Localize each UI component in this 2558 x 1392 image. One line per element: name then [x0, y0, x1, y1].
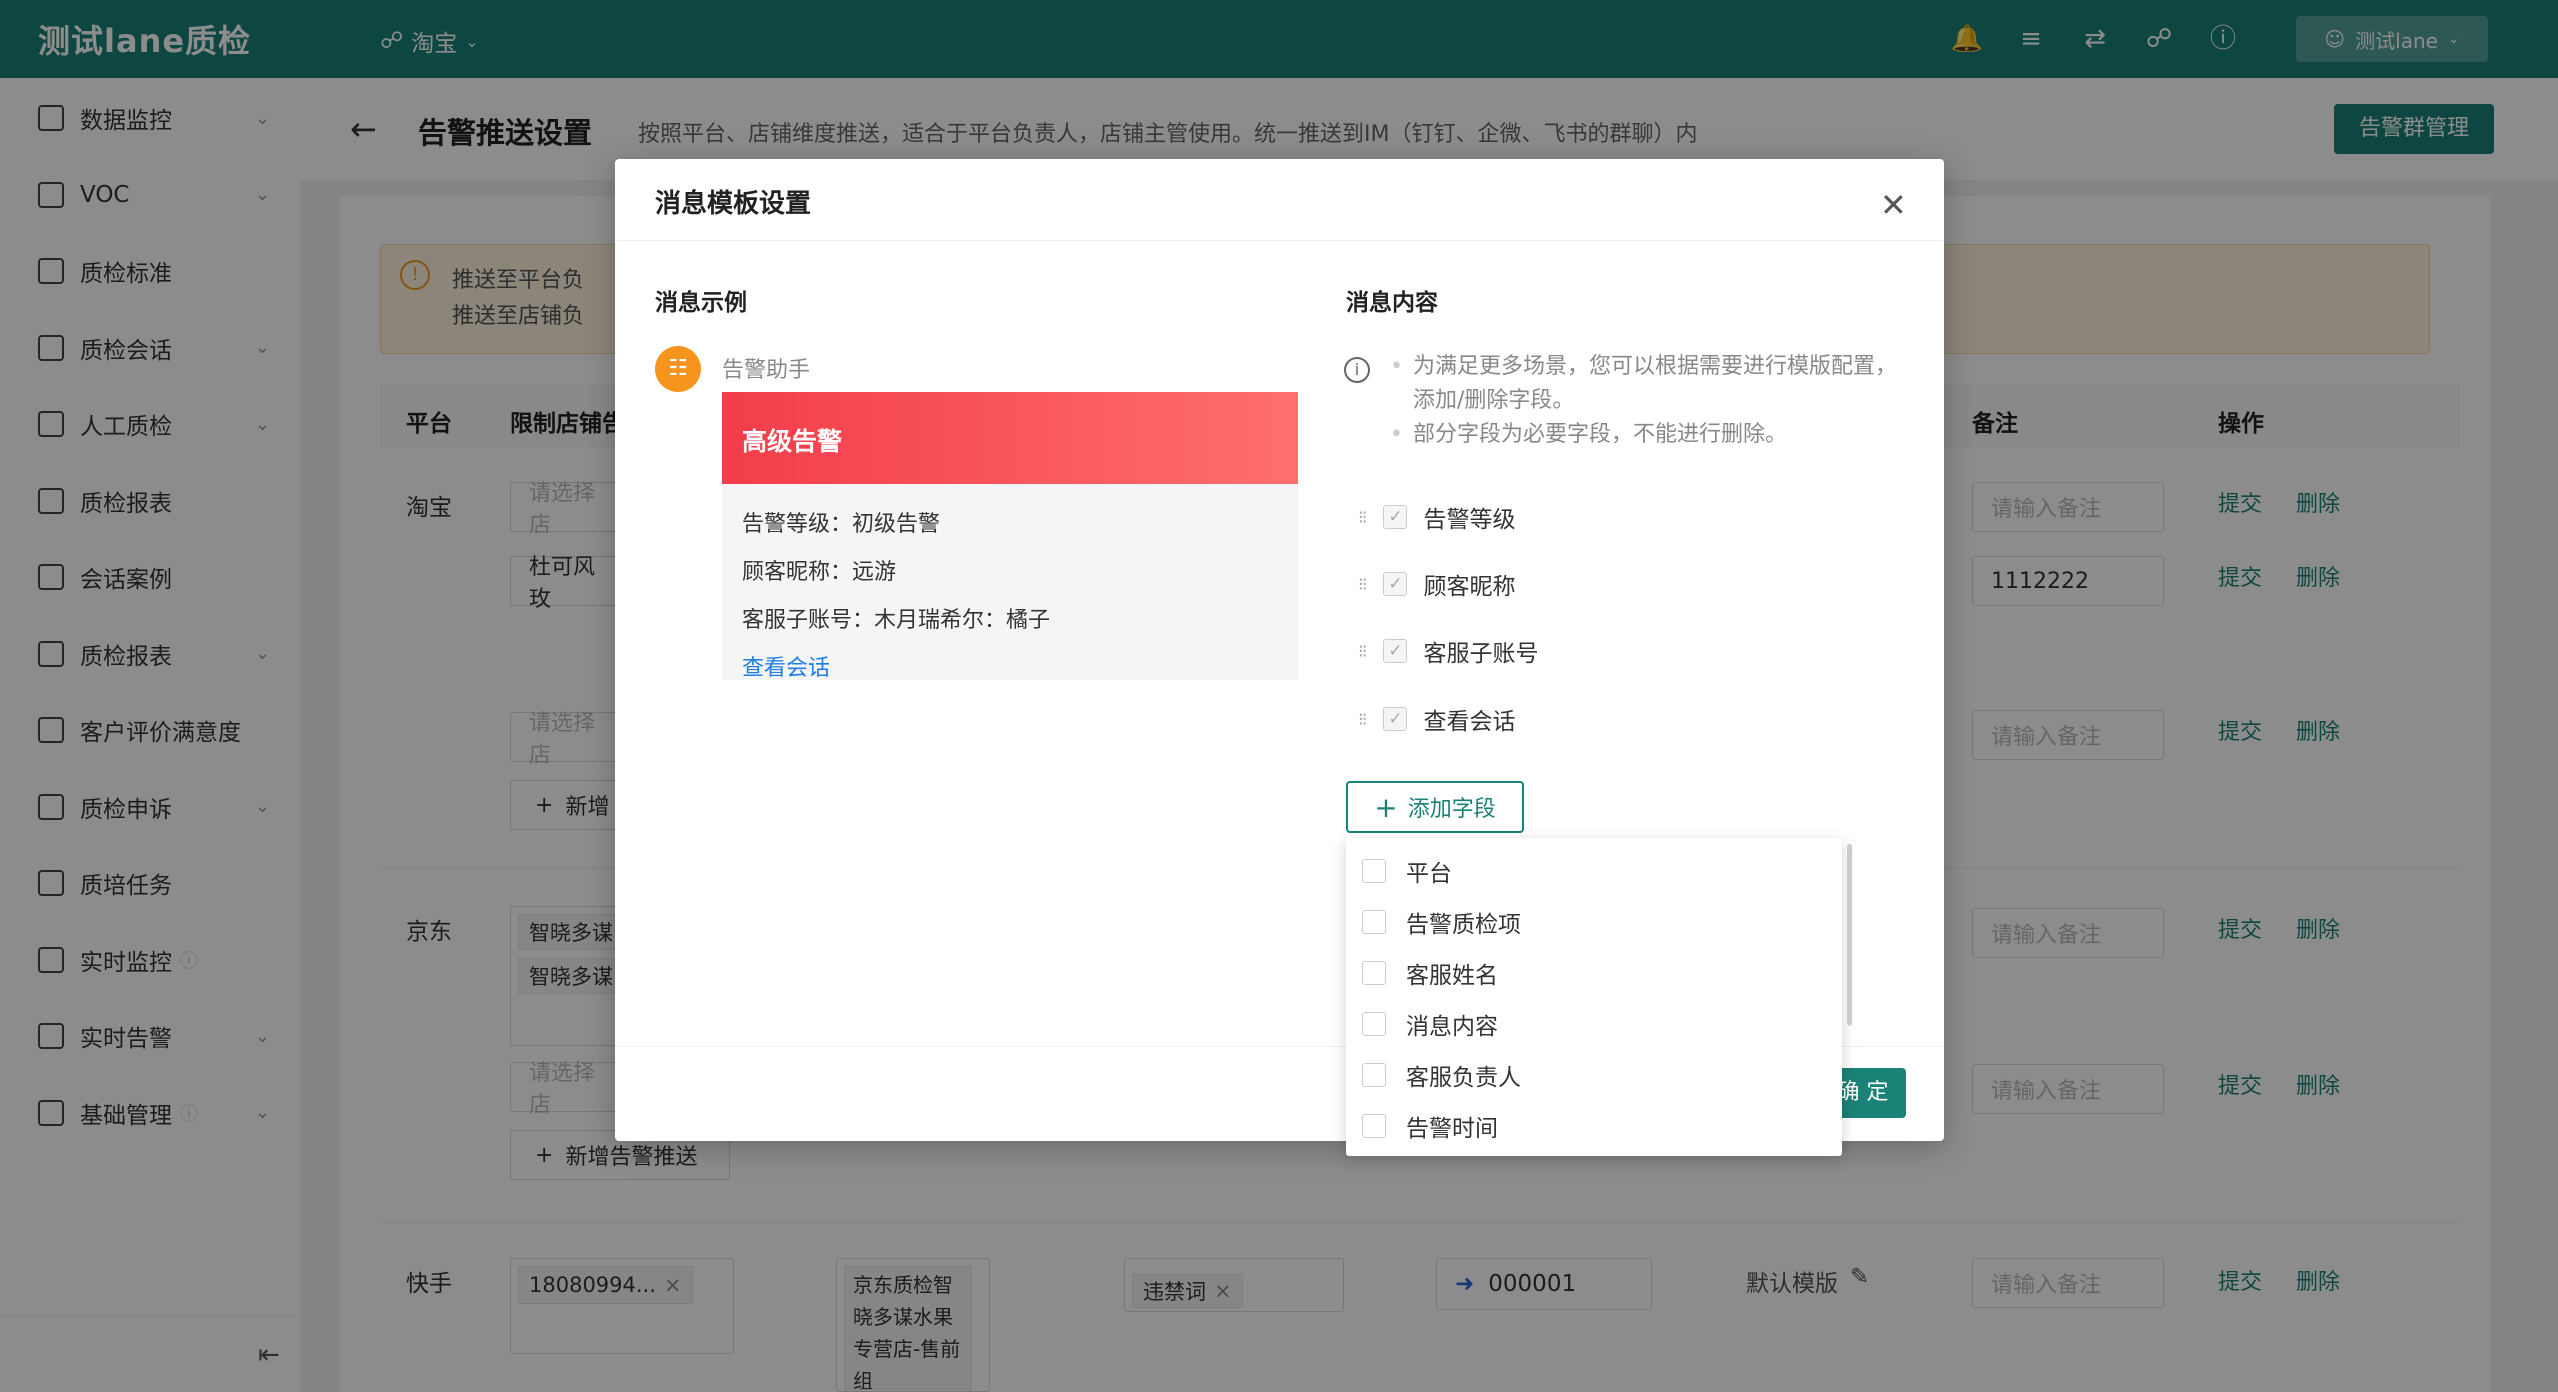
dropdown-option[interactable]: 客服负责人 [1362, 1058, 1521, 1092]
close-icon[interactable]: ✕ [1880, 186, 1907, 224]
note-item: • 为满足更多场景，您可以根据需要进行模版配置，添加/删除字段。 [1390, 350, 1910, 418]
dropdown-option[interactable]: 平台 [1362, 854, 1452, 888]
checkbox[interactable] [1362, 910, 1386, 934]
option-label: 平台 [1406, 861, 1452, 887]
checkbox[interactable]: ✓ [1383, 572, 1408, 596]
checkbox[interactable] [1362, 1114, 1386, 1138]
field-row[interactable]: ⁝⁝ ✓ 查看会话 [1358, 702, 1515, 736]
drag-handle-icon[interactable]: ⁝⁝ [1358, 507, 1368, 528]
field-label: 告警等级 [1423, 507, 1516, 533]
checkbox[interactable]: ✓ [1383, 505, 1408, 529]
field-label: 客服子账号 [1423, 641, 1539, 667]
add-field-button[interactable]: + 添加字段 [1346, 781, 1524, 833]
example-row: 客服子账号：木月瑞希尔：橘子 [742, 608, 1051, 633]
dropdown-option[interactable]: 消息内容 [1362, 1007, 1498, 1041]
info-icon: i [1344, 357, 1370, 383]
option-label: 告警时间 [1406, 1116, 1498, 1142]
field-label: 查看会话 [1423, 709, 1516, 735]
bot-avatar-icon: ☷ [655, 346, 701, 392]
drag-handle-icon[interactable]: ⁝⁝ [1358, 709, 1368, 730]
field-label: 顾客昵称 [1423, 574, 1516, 600]
checkbox[interactable]: ✓ [1383, 639, 1408, 663]
add-field-label: 添加字段 [1407, 797, 1496, 822]
modal-header [615, 159, 1944, 241]
checkbox[interactable]: ✓ [1383, 707, 1408, 731]
bot-name: 告警助手 [722, 358, 811, 383]
dropdown-scrollbar[interactable] [1847, 844, 1852, 1026]
field-row[interactable]: ⁝⁝ ✓ 告警等级 [1358, 500, 1515, 534]
checkbox[interactable] [1362, 859, 1386, 883]
modal-title: 消息模板设置 [655, 189, 812, 219]
drag-handle-icon[interactable]: ⁝⁝ [1358, 641, 1368, 662]
plus-icon: + [1374, 790, 1398, 824]
content-title: 消息内容 [1346, 290, 1438, 316]
view-session-link[interactable]: 查看会话 [742, 650, 830, 682]
example-row: 告警等级：初级告警 [742, 512, 941, 537]
option-label: 客服负责人 [1406, 1065, 1521, 1091]
option-label: 消息内容 [1406, 1014, 1498, 1040]
dropdown-option[interactable]: 告警质检项 [1362, 905, 1521, 939]
option-label: 客服姓名 [1406, 963, 1498, 989]
dropdown-option[interactable]: 客服姓名 [1362, 956, 1498, 990]
alert-banner: 高级告警 [722, 392, 1298, 484]
note-text: 部分字段为必要字段，不能进行删除。 [1412, 422, 1787, 447]
option-label: 告警质检项 [1406, 912, 1521, 938]
note-text: 为满足更多场景，您可以根据需要进行模版配置，添加/删除字段。 [1412, 354, 1897, 413]
checkbox[interactable] [1362, 961, 1386, 985]
field-row[interactable]: ⁝⁝ ✓ 客服子账号 [1358, 634, 1538, 668]
example-row: 顾客昵称：远游 [742, 560, 897, 585]
checkbox[interactable] [1362, 1063, 1386, 1087]
note-item: • 部分字段为必要字段，不能进行删除。 [1390, 418, 1910, 452]
example-title: 消息示例 [655, 290, 747, 316]
dropdown-option[interactable]: 告警时间 [1362, 1109, 1498, 1143]
drag-handle-icon[interactable]: ⁝⁝ [1358, 574, 1368, 595]
field-row[interactable]: ⁝⁝ ✓ 顾客昵称 [1358, 567, 1515, 601]
checkbox[interactable] [1362, 1012, 1386, 1036]
notes: • 为满足更多场景，您可以根据需要进行模版配置，添加/删除字段。 • 部分字段为必要… [1390, 350, 1910, 452]
